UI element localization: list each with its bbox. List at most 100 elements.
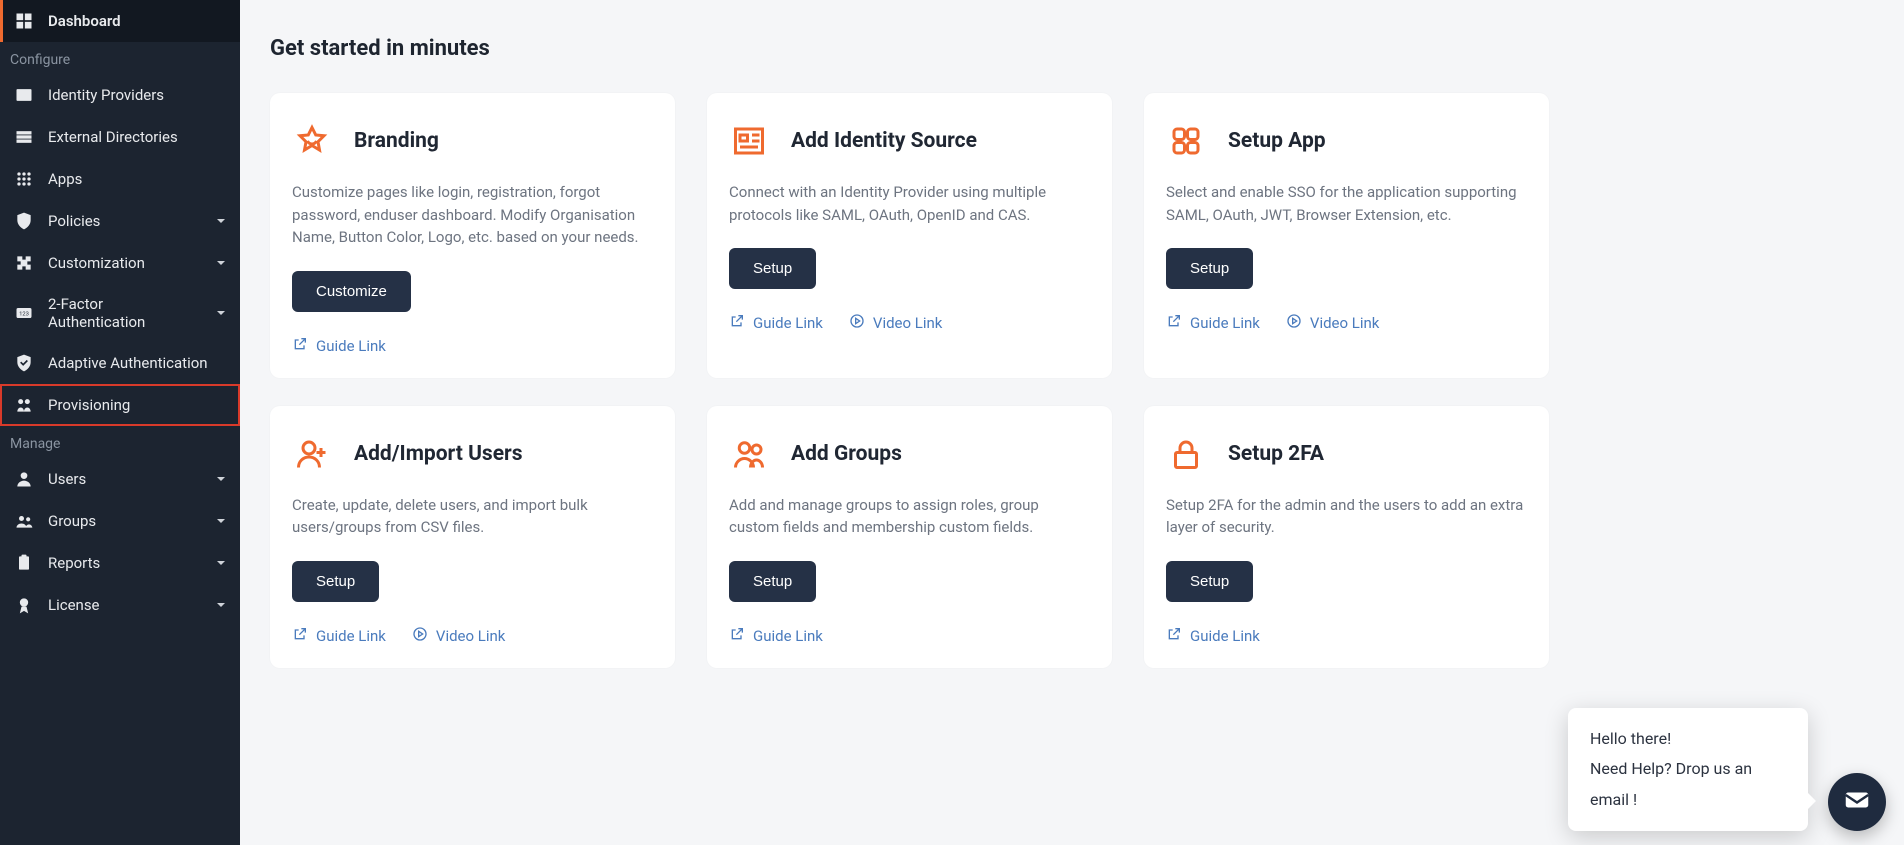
sidebar-item-policies[interactable]: Policies <box>0 200 240 242</box>
sidebar-item-label: Groups <box>48 512 96 530</box>
sidebar-item-reports[interactable]: Reports <box>0 542 240 584</box>
guide-link[interactable]: Guide Link <box>292 626 386 646</box>
card-title: Add/Import Users <box>354 442 523 466</box>
setup-button[interactable]: Setup <box>1166 248 1253 289</box>
dashboard-icon <box>14 11 34 31</box>
sidebar-item-label: Provisioning <box>48 396 130 414</box>
card-title: Add Groups <box>791 442 902 466</box>
directories-icon <box>14 127 34 147</box>
card-description: Connect with an Identity Provider using … <box>729 181 1090 226</box>
sidebar-item-label: Customization <box>48 254 145 272</box>
card-add-identity-source: Add Identity Source Connect with an Iden… <box>707 93 1112 378</box>
card-description: Create, update, delete users, and import… <box>292 494 653 539</box>
svg-text:123: 123 <box>19 312 29 318</box>
play-circle-icon <box>849 313 865 333</box>
guide-link[interactable]: Guide Link <box>292 336 386 356</box>
page-title: Get started in minutes <box>270 36 1874 61</box>
badge-icon <box>14 595 34 615</box>
sidebar-item-label: License <box>48 596 100 614</box>
sidebar-item-groups[interactable]: Groups <box>0 500 240 542</box>
chat-prompt: Need Help? Drop us an email ! <box>1590 754 1786 815</box>
play-circle-icon <box>412 626 428 646</box>
card-description: Customize pages like login, registration… <box>292 181 653 249</box>
users-group-icon <box>729 434 769 474</box>
keypad-icon: 123 <box>14 303 34 323</box>
sidebar-item-2fa[interactable]: 123 2-Factor Authentication <box>0 284 240 342</box>
sidebar-item-label: Identity Providers <box>48 86 164 104</box>
card-grid: Branding Customize pages like login, reg… <box>270 93 1874 668</box>
group-icon <box>14 511 34 531</box>
customize-button[interactable]: Customize <box>292 271 411 312</box>
shield-check-icon <box>14 353 34 373</box>
sidebar-item-label: Reports <box>48 554 100 572</box>
chat-greeting: Hello there! <box>1590 724 1786 754</box>
sidebar-item-dashboard[interactable]: Dashboard <box>0 0 240 42</box>
apps-icon <box>14 169 34 189</box>
sidebar-item-external-directories[interactable]: External Directories <box>0 116 240 158</box>
card-branding: Branding Customize pages like login, reg… <box>270 93 675 378</box>
card-description: Add and manage groups to assign roles, g… <box>729 494 1090 539</box>
chevron-down-icon <box>216 308 226 318</box>
guide-link[interactable]: Guide Link <box>1166 313 1260 333</box>
guide-link[interactable]: Guide Link <box>1166 626 1260 646</box>
sidebar-item-provisioning[interactable]: Provisioning <box>0 384 240 426</box>
sidebar-item-customization[interactable]: Customization <box>0 242 240 284</box>
id-card-icon <box>14 85 34 105</box>
video-link[interactable]: Video Link <box>412 626 506 646</box>
card-description: Setup 2FA for the admin and the users to… <box>1166 494 1527 539</box>
sidebar-item-label: Users <box>48 470 86 488</box>
setup-button[interactable]: Setup <box>1166 561 1253 602</box>
external-link-icon <box>729 626 745 646</box>
external-link-icon <box>292 336 308 356</box>
sidebar-section-configure: Configure <box>0 42 240 74</box>
guide-link[interactable]: Guide Link <box>729 313 823 333</box>
user-plus-icon <box>292 434 332 474</box>
sidebar-item-adaptive-auth[interactable]: Adaptive Authentication <box>0 342 240 384</box>
mail-icon <box>1842 785 1872 819</box>
card-title: Add Identity Source <box>791 129 977 153</box>
card-setup-app: Setup App Select and enable SSO for the … <box>1144 93 1549 378</box>
external-link-icon <box>1166 626 1182 646</box>
sidebar-item-label: Policies <box>48 212 100 230</box>
lock-icon <box>1166 434 1206 474</box>
user-icon <box>14 469 34 489</box>
sidebar-item-label: Apps <box>48 170 82 188</box>
clipboard-icon <box>14 553 34 573</box>
external-link-icon <box>1166 313 1182 333</box>
id-source-icon <box>729 121 769 161</box>
sidebar-item-label: External Directories <box>48 128 178 146</box>
provisioning-icon <box>14 395 34 415</box>
chevron-down-icon <box>216 474 226 484</box>
setup-button[interactable]: Setup <box>292 561 379 602</box>
video-link[interactable]: Video Link <box>849 313 943 333</box>
sidebar-item-label: 2-Factor Authentication <box>48 295 202 331</box>
card-setup-2fa: Setup 2FA Setup 2FA for the admin and th… <box>1144 406 1549 668</box>
external-link-icon <box>729 313 745 333</box>
puzzle-icon <box>14 253 34 273</box>
chevron-down-icon <box>216 516 226 526</box>
card-add-groups: Add Groups Add and manage groups to assi… <box>707 406 1112 668</box>
sidebar-item-identity-providers[interactable]: Identity Providers <box>0 74 240 116</box>
card-add-import-users: Add/Import Users Create, update, delete … <box>270 406 675 668</box>
sidebar-item-users[interactable]: Users <box>0 458 240 500</box>
app-grid-icon <box>1166 121 1206 161</box>
shield-gear-icon <box>14 211 34 231</box>
sidebar: Dashboard Configure Identity Providers E… <box>0 0 240 845</box>
card-title: Setup 2FA <box>1228 442 1324 466</box>
video-link[interactable]: Video Link <box>1286 313 1380 333</box>
setup-button[interactable]: Setup <box>729 248 816 289</box>
card-description: Select and enable SSO for the applicatio… <box>1166 181 1527 226</box>
sidebar-item-label: Adaptive Authentication <box>48 354 208 372</box>
card-title: Setup App <box>1228 129 1326 153</box>
chevron-down-icon <box>216 558 226 568</box>
chevron-down-icon <box>216 258 226 268</box>
card-title: Branding <box>354 129 439 153</box>
guide-link[interactable]: Guide Link <box>729 626 823 646</box>
sidebar-item-license[interactable]: License <box>0 584 240 626</box>
sidebar-section-manage: Manage <box>0 426 240 458</box>
sidebar-item-apps[interactable]: Apps <box>0 158 240 200</box>
chat-launcher-button[interactable] <box>1828 773 1886 831</box>
setup-button[interactable]: Setup <box>729 561 816 602</box>
branding-icon <box>292 121 332 161</box>
sidebar-item-label: Dashboard <box>48 12 121 30</box>
